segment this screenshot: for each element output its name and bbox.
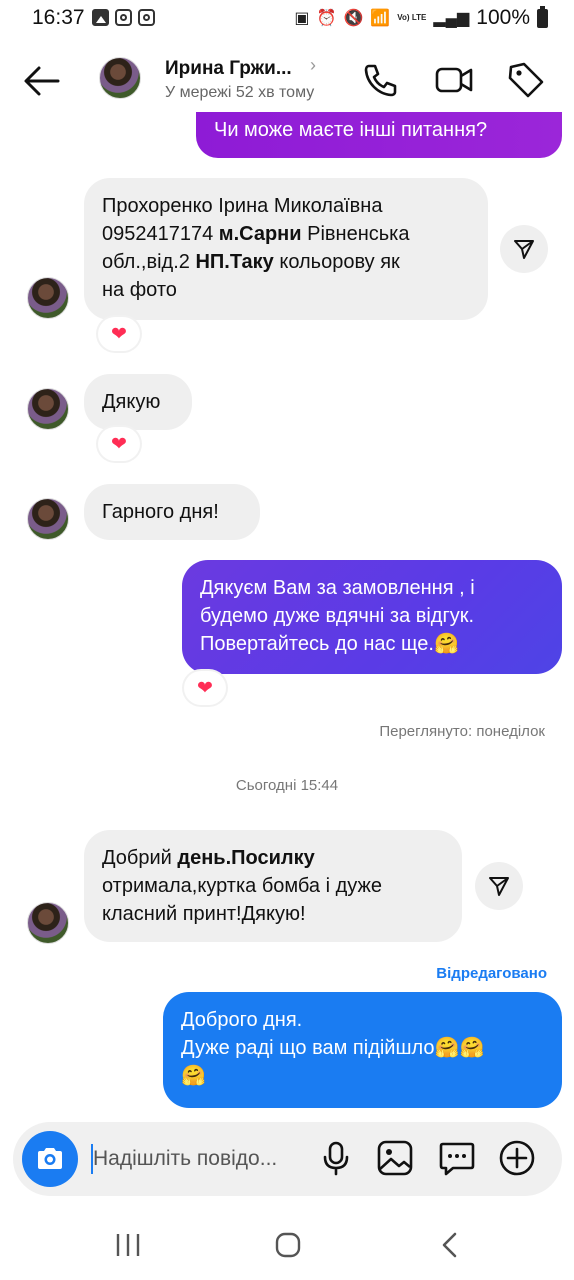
message-input[interactable]	[93, 1140, 315, 1178]
audio-call-button[interactable]	[360, 60, 400, 100]
wifi-icon: 📶	[370, 10, 391, 27]
camera-button[interactable]	[22, 1131, 78, 1187]
message-composer	[13, 1122, 562, 1196]
labels-button[interactable]	[506, 60, 546, 100]
message-text: будемо дуже вдячні за відгук.	[200, 605, 475, 627]
gallery-notification-icon	[92, 9, 109, 26]
chevron-left-icon	[442, 1232, 457, 1258]
message-text: кольорову як	[273, 251, 400, 273]
seen-receipt: Переглянуто: понеділок	[379, 723, 545, 740]
message-list[interactable]: Чи може маєте інші питання? Прохоренко І…	[0, 112, 574, 1112]
sender-avatar[interactable]	[27, 388, 69, 430]
lte-icon: Vo) LTE	[397, 13, 427, 22]
chevron-right-icon[interactable]: ›	[310, 55, 316, 76]
phone-icon	[364, 64, 397, 97]
tag-icon	[508, 62, 544, 98]
home-icon	[275, 1232, 301, 1258]
system-icons: ▣ ⏰ 🔇 📶 Vo) LTE ▂▄▆ 100%	[294, 5, 548, 30]
outgoing-message[interactable]: Доброго дня. Дуже раді що вам підійшло🤗🤗…	[163, 992, 562, 1108]
signal-icon: ▂▄▆	[433, 10, 470, 27]
outgoing-message[interactable]: Дякуєм Вам за замовлення , і будемо дуже…	[182, 560, 562, 674]
instagram-notification-icon-2	[138, 9, 155, 26]
image-icon	[377, 1140, 413, 1176]
video-camera-icon	[435, 67, 473, 93]
heart-reaction[interactable]: ❤	[184, 671, 226, 705]
message-text: отримала,куртка бомба і дуже	[102, 875, 382, 897]
message-text: класний принт!Дякую!	[102, 903, 306, 925]
message-text: 0952417174	[102, 223, 219, 245]
more-options-button[interactable]	[497, 1138, 537, 1178]
message-text: Дякую	[102, 391, 161, 413]
outgoing-message[interactable]: Чи може маєте інші питання?	[196, 112, 562, 158]
message-text: Прохоренко Ірина Миколаївна	[102, 195, 383, 217]
incoming-message[interactable]: Дякую	[84, 374, 192, 430]
battery-icon	[537, 5, 548, 28]
edited-label[interactable]: Відредаговано	[436, 965, 547, 982]
heart-icon: ❤	[111, 323, 127, 345]
contact-status: У мережі 52 хв тому	[165, 84, 315, 101]
message-text: обл.,від.2	[102, 251, 196, 273]
share-button[interactable]	[475, 862, 523, 910]
microphone-icon	[323, 1141, 349, 1176]
heart-icon: ❤	[111, 433, 127, 455]
system-navigation-bar	[0, 1210, 574, 1280]
camera-icon	[38, 1148, 62, 1169]
message-text: Добрий	[102, 847, 178, 869]
message-text: Повертайтесь до нас ще.🤗	[200, 633, 459, 655]
message-text: 🤗	[181, 1065, 206, 1087]
recent-apps-icon	[116, 1234, 140, 1256]
quick-reply-button[interactable]	[437, 1138, 477, 1178]
chat-bubble-icon	[439, 1142, 475, 1176]
share-button[interactable]	[500, 225, 548, 273]
recent-apps-button[interactable]	[108, 1230, 148, 1260]
status-time: 16:37	[32, 6, 85, 29]
incoming-message[interactable]: Гарного дня!	[84, 484, 260, 540]
voice-message-button[interactable]	[316, 1138, 356, 1178]
heart-reaction[interactable]: ❤	[98, 427, 140, 461]
heart-icon: ❤	[197, 677, 213, 699]
back-arrow-icon	[24, 66, 60, 96]
system-back-button[interactable]	[430, 1230, 470, 1260]
sender-avatar[interactable]	[27, 498, 69, 540]
nfc-icon: ▣	[294, 10, 310, 27]
send-icon	[514, 240, 534, 259]
send-icon	[489, 877, 509, 896]
video-call-button[interactable]	[434, 60, 474, 100]
message-text: Дякуєм Вам за замовлення , і	[200, 577, 475, 599]
heart-reaction[interactable]: ❤	[98, 317, 140, 351]
message-text: на фото	[102, 279, 177, 301]
message-text-bold: м.Сарни	[218, 223, 302, 245]
message-text: Рівненська	[301, 223, 410, 245]
gallery-button[interactable]	[375, 1138, 415, 1178]
message-text: Доброго дня.	[181, 1009, 303, 1031]
sender-avatar[interactable]	[27, 277, 69, 319]
date-separator: Сьогодні 15:44	[235, 777, 339, 794]
incoming-message[interactable]: Прохоренко Ірина Миколаївна 0952417174 м…	[84, 178, 488, 320]
chat-header: Ирина Гржи... › У мережі 52 хв тому	[0, 40, 574, 120]
message-text: Гарного дня!	[102, 501, 219, 523]
battery-percent: 100%	[476, 6, 530, 29]
mute-icon: 🔇	[343, 10, 364, 27]
contact-name[interactable]: Ирина Гржи...	[165, 58, 292, 80]
message-text-bold: день.Посилку	[177, 847, 315, 869]
message-text: Дуже раді що вам підійшло🤗🤗	[181, 1037, 485, 1059]
status-bar: 16:37 ▣ ⏰ 🔇 📶 Vo) LTE ▂▄▆ 100%	[0, 0, 574, 36]
alarm-icon: ⏰	[316, 10, 337, 27]
message-text: Чи може маєте інші питання?	[214, 119, 488, 141]
plus-circle-icon	[499, 1140, 535, 1176]
contact-avatar[interactable]	[99, 57, 141, 99]
message-text-bold: НП.Таку	[195, 251, 274, 273]
sender-avatar[interactable]	[27, 902, 69, 944]
incoming-message[interactable]: Добрий день.Посилку отримала,куртка бомб…	[84, 830, 462, 942]
notification-icons	[92, 9, 155, 26]
instagram-notification-icon	[115, 9, 132, 26]
back-button[interactable]	[22, 64, 62, 98]
home-button[interactable]	[268, 1230, 308, 1260]
